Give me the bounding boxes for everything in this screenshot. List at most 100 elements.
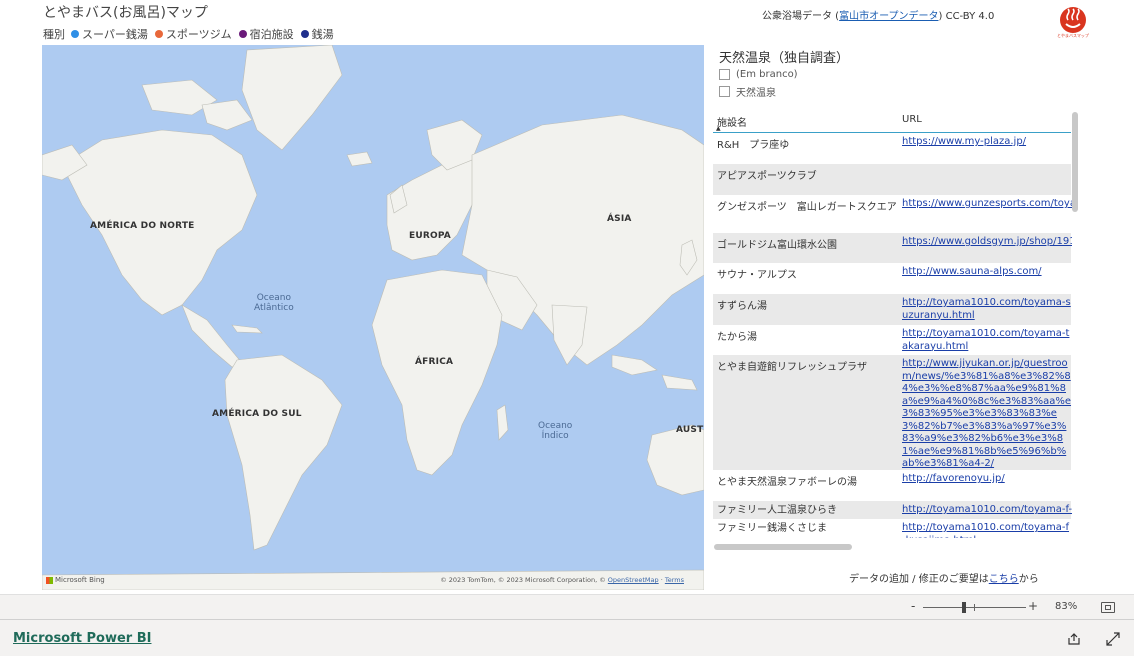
facility-url[interactable]: http://toyama1010.com/toyama-suzuranyu.h… [902,297,1072,323]
table-row: とやま自遊館リフレッシュプラザ http://www.jiyukan.or.jp… [713,355,1071,470]
checkbox[interactable] [719,69,730,80]
logo-text: とやまバスマップ [1057,32,1089,38]
legend-item-sento[interactable]: 銭湯 [300,26,334,42]
zoom-slider-tick [974,604,975,611]
osm-link[interactable]: OpenStreetMap [608,576,659,584]
map-label-australia: AUSTR [676,425,704,435]
table-vertical-scrollbar[interactable] [1072,112,1078,212]
map-copyright: © 2023 TomTom, © 2023 Microsoft Corporat… [440,576,684,584]
map-label-north-america: AMÉRICA DO NORTE [90,221,195,231]
table-row: サウナ・アルプス http://www.sauna-alps.com/ [713,263,1071,294]
expand-icon[interactable] [1106,631,1120,650]
atlantic-line-2: Atlântico [254,303,294,313]
zoom-in-button[interactable]: + [1028,599,1038,613]
facility-name: ゴールドジム富山環水公園 [717,240,837,251]
facility-url[interactable]: http://toyama1010.com/toyama-f-h [902,504,1072,517]
copyright-prefix: © 2023 TomTom, © 2023 Microsoft Corporat… [440,576,608,584]
table-horizontal-scrollbar[interactable] [714,544,852,550]
legend-item-sports-gym[interactable]: スポーツジム [154,26,232,42]
table-row: グンゼスポーツ 富山レガートスクエア https://www.gunzespor… [713,195,1072,233]
table-row: すずらん湯 http://toyama1010.com/toyama-suzur… [713,294,1071,325]
column-header-name[interactable]: 施設名 [717,114,747,129]
powerbi-footer: Microsoft Power BI [0,619,1134,656]
facility-url[interactable]: https://www.my-plaza.jp/ [902,136,1072,150]
table-row: ゴールドジム富山環水公園 https://www.goldsgym.jp/sho… [713,233,1072,263]
feedback-prefix: データの追加 / 修正のご要望は [849,574,989,585]
legend-item-super-sento[interactable]: スーパー銭湯 [71,26,148,42]
slicer-option-label: 天然温泉 [736,88,776,99]
legend-dot [238,30,247,38]
report-canvas: とやまバス(お風呂)マップ 種別 スーパー銭湯 スポーツジム 宿泊施設 銭湯 公… [0,0,1134,594]
bing-label: Microsoft Bing [55,576,105,584]
facility-name: すずらん湯 [717,301,767,312]
slicer-option-onsen[interactable]: 天然温泉 [719,84,776,99]
map-label-asia: ÁSIA [607,214,632,224]
column-header-url[interactable]: URL [902,114,922,125]
feedback-suffix: から [1018,574,1039,585]
facility-name: R&H プラ座ゆ [717,140,790,151]
facility-url[interactable]: https://www.gunzesports.com/toya [902,198,1072,212]
legend-item-label: スポーツジム [165,28,232,41]
legend-dot [154,30,163,38]
facility-url[interactable]: http://favorenoyu.jp/ [902,473,1072,487]
bing-logo: Microsoft Bing [46,576,105,584]
facility-name: とやま天然温泉ファボーレの湯 [717,477,857,488]
facility-url[interactable]: http://www.sauna-alps.com/ [902,266,1072,280]
facility-name: とやま自遊館リフレッシュプラザ [717,362,867,373]
facility-name: グンゼスポーツ 富山レガートスクエア [717,202,897,213]
data-source-note: 公衆浴場データ (富山市オープンデータ) CC-BY 4.0 [762,7,994,22]
map-label-south-america: AMÉRICA DO SUL [212,409,302,419]
slicer-option-label: (Em branco) [736,69,798,80]
facility-url[interactable]: http://toyama1010.com/toyama-takarayu.ht… [902,328,1072,354]
facility-url[interactable]: http://toyama1010.com/toyama-f-kusajima.… [902,522,1072,538]
powerbi-link[interactable]: Microsoft Power BI [13,631,151,646]
zoom-bar: - + 83% [0,594,1134,620]
slicer-option-blank[interactable]: (Em branco) [719,69,798,80]
share-icon[interactable] [1067,631,1081,650]
zoom-out-button[interactable]: - [911,599,915,613]
facility-name: アピアスポーツクラブ [717,171,817,182]
source-link[interactable]: 富山市オープンデータ [839,11,938,22]
zoom-slider-thumb[interactable] [961,602,966,613]
legend-label: 種別 [43,28,65,41]
map-land-shapes [42,45,704,590]
table-row: とやま天然温泉ファボーレの湯 http://favorenoyu.jp/ [713,470,1071,501]
zoom-percent: 83% [1055,601,1078,612]
facility-url[interactable]: https://www.goldsgym.jp/shop/191 [902,236,1072,250]
legend-item-label: 宿泊施設 [249,28,294,41]
legend-dot [71,30,79,38]
checkbox[interactable] [719,86,730,97]
onsen-slicer-title: 天然温泉（独自調査） [719,51,850,66]
terms-link[interactable]: Terms [665,576,684,584]
map-label-indian: Oceano Índico [538,421,572,441]
legend-item-lodging[interactable]: 宿泊施設 [238,26,294,42]
fit-to-page-icon[interactable] [1101,602,1115,613]
world-map[interactable]: AMÉRICA DO NORTE EUROPA ÁSIA ÁFRICA AMÉR… [42,45,704,590]
table-row: ファミリー人工温泉ひらき http://toyama1010.com/toyam… [713,501,1072,519]
facility-url[interactable]: http://www.jiyukan.or.jp/guestroom/news/… [902,358,1072,468]
map-label-atlantic: Oceano Atlântico [254,293,294,313]
facility-name: ファミリー人工温泉ひらき [717,505,837,516]
feedback-note: データの追加 / 修正のご要望はこちらから [849,570,1039,585]
table-row: アピアスポーツクラブ [713,164,1071,195]
table-row: ファミリー銭湯くさじま http://toyama1010.com/toyama… [713,519,1071,538]
source-prefix: 公衆浴場データ ( [762,11,840,22]
indian-line-1: Oceano [538,421,573,431]
hot-spring-logo-icon: とやまバスマップ [1057,4,1089,38]
facility-name: たから湯 [717,332,757,343]
feedback-link[interactable]: こちら [989,574,1019,585]
atlantic-line-1: Oceano [256,293,292,303]
source-suffix: ) CC-BY 4.0 [938,11,995,22]
map-label-europe: EUROPA [409,231,451,241]
map-legend: 種別 スーパー銭湯 スポーツジム 宿泊施設 銭湯 [43,26,337,42]
facility-name: ファミリー銭湯くさじま [717,523,827,534]
legend-item-label: スーパー銭湯 [82,28,148,41]
indian-line-2: Índico [541,431,569,441]
map-label-africa: ÁFRICA [415,357,454,367]
report-title: とやまバス(お風呂)マップ [43,5,208,21]
table-row: たから湯 http://toyama1010.com/toyama-takara… [713,325,1071,355]
sort-ascending-icon: ▲ [716,125,721,132]
facility-table[interactable]: 施設名 ▲ URL R&H プラ座ゆ https://www.my-plaza.… [713,108,1073,538]
facility-name: サウナ・アルプス [717,270,797,281]
table-row: R&H プラ座ゆ https://www.my-plaza.jp/ [713,133,1071,164]
